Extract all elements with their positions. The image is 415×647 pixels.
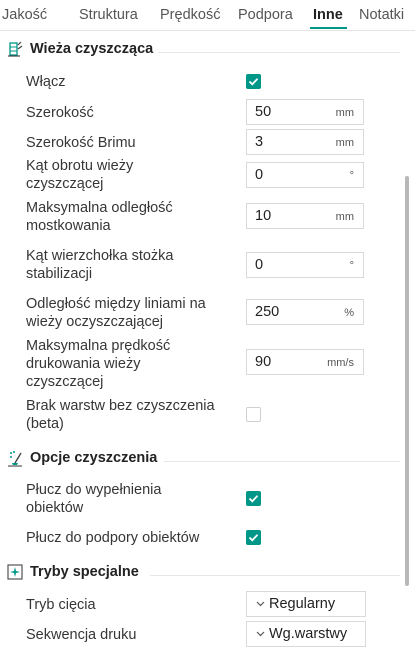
print-sequence-select[interactable]: Wg.warstwy [246,621,366,647]
unit-label: ° [349,170,354,182]
select-value: Wg.warstwy [269,626,348,642]
rotation-angle-input[interactable]: 0 ° [246,162,364,188]
settings-tab-bar: Jakość Struktura Prędkość Podpora Inne N… [0,0,415,31]
section-title: Opcje czyszczenia [30,450,158,466]
select-value: Regularny [269,596,336,612]
unit-label: mm/s [327,357,354,369]
setting-label: stabilizacji [26,266,93,282]
input-value: 0 [255,167,264,183]
wipe-tower-icon [8,41,23,57]
tab-podpora[interactable]: Podpora [238,7,293,23]
unit-label: mm [335,211,354,223]
section-special-modes: Tryby specjalne [0,562,400,584]
cone-angle-input[interactable]: 0 ° [246,252,364,278]
tab-struktura[interactable]: Struktura [79,7,138,23]
input-value: 10 [255,208,272,224]
setting-label: Kąt obrotu wieży [26,158,134,174]
setting-label: Szerokość [26,105,94,121]
setting-label: drukowania wieży [26,356,141,372]
unit-label: % [344,307,354,319]
setting-label: Maksymalna prędkość [26,338,171,354]
setting-label: Sekwencja druku [26,627,137,643]
purge-options-icon [8,451,22,467]
section-title: Wieża czyszcząca [30,41,154,57]
setting-label: Płucz do podpory obiektów [26,530,200,546]
unit-label: mm [335,137,354,149]
setting-label: Kąt wierzchołka stożka [26,248,174,264]
setting-label: (beta) [26,416,64,432]
check-icon [248,495,259,503]
tab-predkosc[interactable]: Prędkość [160,7,220,23]
section-divider [150,575,400,576]
setting-label: Brak warstw bez czyszczenia [26,398,215,414]
input-value: 50 [255,104,272,120]
enable-checkbox[interactable] [246,74,261,89]
max-print-speed-input[interactable]: 90 mm/s [246,349,364,375]
tab-jakosc[interactable]: Jakość [2,7,47,23]
active-tab-indicator [310,27,347,29]
section-divider [158,52,400,53]
width-input[interactable]: 50 mm [246,99,364,125]
input-value: 250 [255,304,280,320]
check-icon [248,78,259,86]
setting-label: obiektów [26,500,84,516]
no-sparse-layers-checkbox[interactable] [246,407,261,422]
setting-label: Włącz [26,74,66,90]
setting-label: czyszczącej [26,374,104,390]
brim-width-input[interactable]: 3 mm [246,129,364,155]
chevron-down-icon [256,631,265,637]
purge-support-checkbox[interactable] [246,530,261,545]
max-bridging-input[interactable]: 10 mm [246,203,364,229]
section-purge-options: Opcje czyszczenia [0,448,400,470]
setting-label: Maksymalna odległość [26,200,173,216]
purge-infill-checkbox[interactable] [246,491,261,506]
setting-label: mostkowania [26,218,111,234]
section-wipe-tower: Wieża czyszcząca [0,39,400,61]
vertical-scrollbar[interactable] [405,176,409,586]
input-value: 3 [255,134,264,150]
tab-notatki[interactable]: Notatki [359,7,404,23]
setting-label: Tryb cięcia [26,597,96,613]
input-value: 90 [255,354,272,370]
setting-label: Płucz do wypełnienia [26,482,162,498]
setting-label: Odległość między liniami na [26,296,206,312]
line-spacing-input[interactable]: 250 % [246,299,364,325]
setting-label: czyszczącej [26,176,104,192]
unit-label: mm [335,107,354,119]
chevron-down-icon [256,601,265,607]
setting-label: wieży oczyszczającej [26,314,163,330]
setting-label: Szerokość Brimu [26,135,136,151]
unit-label: ° [349,260,354,272]
slicing-mode-select[interactable]: Regularny [246,591,366,617]
input-value: 0 [255,257,264,273]
check-icon [248,534,259,542]
special-modes-icon [7,564,23,580]
section-divider [164,461,400,462]
tab-inne[interactable]: Inne [313,7,343,23]
section-title: Tryby specjalne [30,564,139,580]
